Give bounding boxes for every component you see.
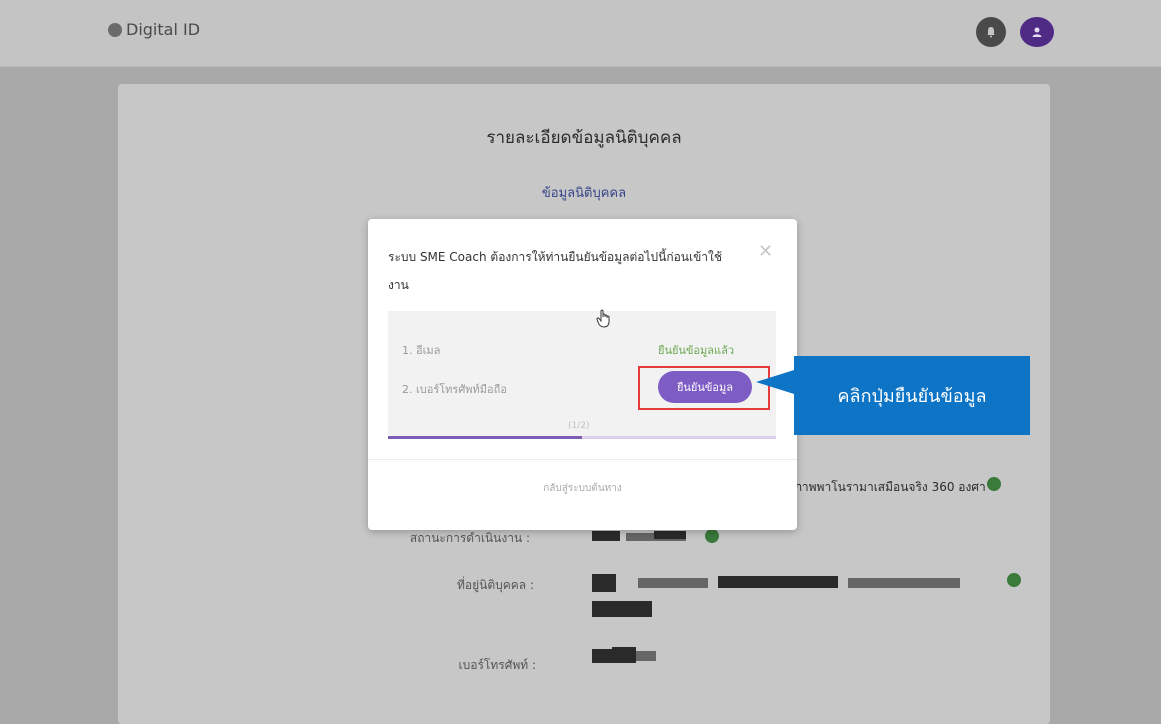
operation-status-label: สถานะการดำเนินงาน : [409,531,530,545]
redacted-value [718,576,838,588]
redacted-value [592,649,612,663]
progress-bar [388,436,776,439]
close-icon[interactable]: ✕ [758,241,773,262]
page-title: รายละเอียดข้อมูลนิติบุคคล [486,128,682,148]
notification-button[interactable] [976,17,1006,47]
verified-check-icon [987,477,1001,491]
modal-message: ระบบ SME Coach ต้องการให้ท่านยืนยันข้อมู… [388,250,723,292]
progress-bar-fill [388,436,582,439]
back-to-origin-link[interactable]: กลับสู่ระบบต้นทาง [368,481,797,496]
section-title: ข้อมูลนิติบุคคล [541,186,627,201]
company-address-label: ที่อยู่นิติบุคคล : [456,578,534,592]
callout-arrow [756,370,794,394]
redacted-value [592,601,652,617]
user-icon [1032,27,1042,37]
verified-check-icon [705,529,719,543]
verified-check-icon [1007,573,1021,587]
user-menu-button[interactable] [1020,17,1054,47]
redacted-value [848,578,960,588]
redacted-value [592,574,616,592]
redacted-value [638,578,708,588]
bell-icon [987,27,995,38]
panorama-text: ภาพพาโนรามาเสมือนจริง 360 องศา [794,480,986,494]
fingerprint-icon [108,22,122,37]
phone-number-label: เบอร์โทรศัพท์ : [458,658,536,672]
step-email-label: 1. อีเมล [402,344,441,357]
redacted-value [612,647,636,663]
step-phone-label: 2. เบอร์โทรศัพท์มือถือ [402,383,507,396]
instruction-callout: คลิกปุ่มยืนยันข้อมูล [794,356,1030,435]
brand[interactable]: Digital ID [108,20,200,39]
top-navigation-bar: Digital ID [0,0,1161,67]
redacted-value [654,531,686,539]
brand-label: Digital ID [126,20,201,39]
redacted-value [636,651,656,661]
divider [368,459,797,460]
step-email-status: ยืนยันข้อมูลแล้ว [658,344,735,357]
button-highlight-box [638,366,770,410]
progress-text: (1/2) [568,421,590,431]
hand-cursor-icon [596,309,610,328]
redacted-value [592,531,620,541]
